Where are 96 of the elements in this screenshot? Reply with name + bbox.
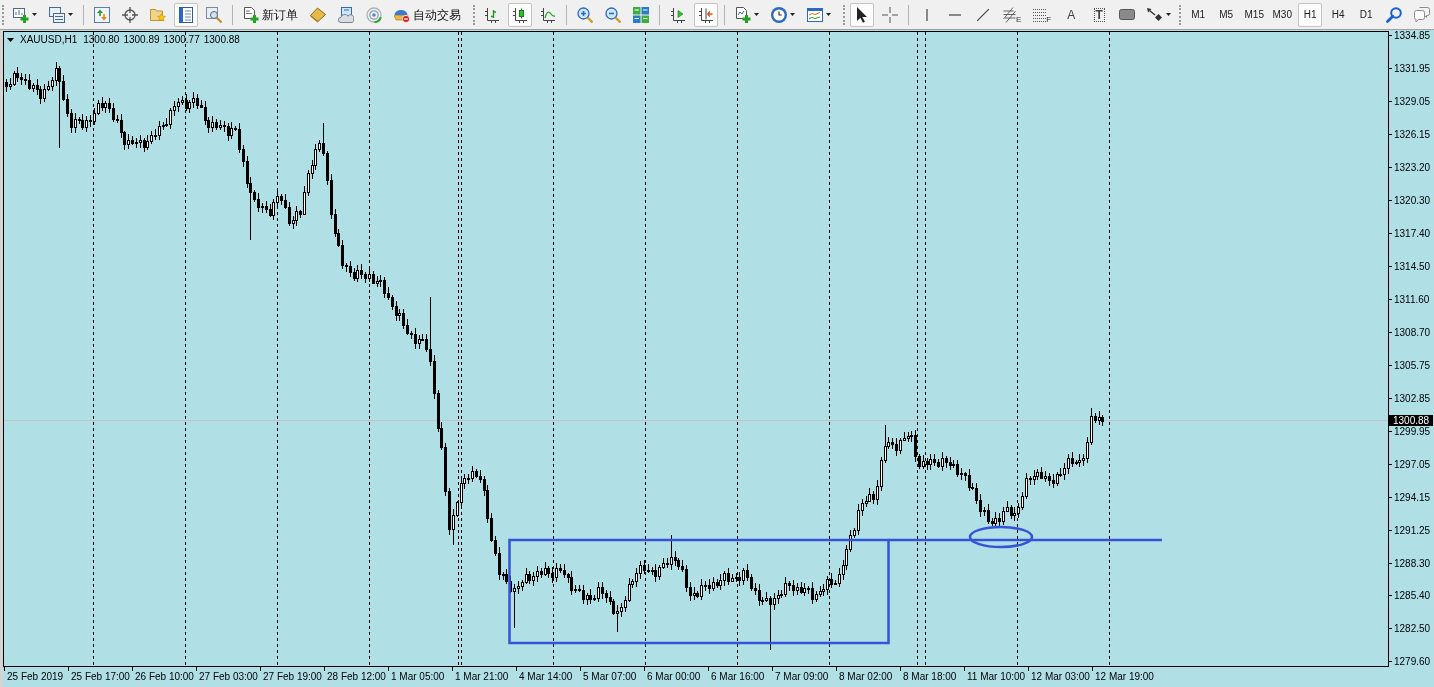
window-magnifier-icon [206,6,222,23]
price-tick-label: 1288.30 [1394,558,1431,569]
clock-icon [771,6,787,23]
folder-star-icon [150,6,166,23]
price-tick-label: 1314.50 [1394,261,1431,272]
price-value: 1300.88 [203,34,240,46]
time-tick-label: 4 Mar 14:00 [519,670,573,682]
time-tick-label: 6 Mar 00:00 [647,670,701,682]
price-tick-label: 1323.20 [1394,162,1431,173]
period-button[interactable]: M30 [1270,2,1295,27]
axes-triangle-icon [670,6,686,23]
time-tick-label: 8 Mar 02:00 [839,670,893,682]
time-tick-label: 7 Mar 09:00 [775,670,829,682]
panel-icon [178,6,194,23]
time-tick-label: 12 Mar 03:00 [1031,670,1090,682]
axes-arrow-icon [698,6,714,23]
dotted-lines-icon [1033,6,1047,23]
windows-icon [49,6,65,23]
ellipse-marker [968,525,1034,549]
price-tick-label: 1302.85 [1394,393,1431,404]
cursor-button[interactable] [850,2,874,27]
search-icon [1386,6,1403,23]
line-chart-icon [540,6,556,23]
price-value: 1300.80 [83,34,120,46]
time-tick-label: 26 Feb 10:00 [135,670,194,682]
time-tick-label: 1 Mar 05:00 [391,670,445,682]
tiles-icon [633,6,649,23]
zoom-in-icon [577,6,593,23]
page-plus-icon [735,6,751,23]
fibonacci-button[interactable]: F [1029,2,1056,27]
price-tick-label: 1299.95 [1394,426,1431,437]
arrows-tile-icon [94,6,110,23]
horizontal-line-icon [949,13,961,16]
time-tick-label: 27 Feb 19:00 [263,670,322,682]
period-button[interactable]: H1 [1298,2,1323,27]
cursor-icon [854,6,870,23]
price-value: 1300.89 [123,34,160,46]
period-button[interactable]: H4 [1326,2,1351,27]
price-tick-label: 1331.95 [1394,63,1431,74]
vertical-line-icon [926,8,928,21]
price-tick-label: 1294.15 [1394,492,1431,503]
period-button[interactable]: M15 [1242,2,1267,27]
price-tick-label: 1320.30 [1394,195,1431,206]
time-tick-label: 8 Mar 18:00 [903,670,957,682]
current-price-label: 1300.88 [1389,415,1433,426]
crosshair-icon [882,6,898,23]
time-tick-label: 6 Mar 16:00 [711,670,765,682]
text-tool-button[interactable]: A [1059,2,1084,27]
time-tick-label: 25 Feb 17:00 [71,670,130,682]
hatched-lines-icon [1003,6,1016,23]
caret-icon[interactable] [7,38,14,42]
speech-bubbles-icon [1414,6,1431,23]
price-tick-label: 1305.75 [1394,360,1431,371]
auto-trading-button[interactable]: 自动交易 [390,2,465,27]
price-tick-label: 1279.60 [1394,656,1431,667]
auto-scroll-button[interactable] [694,2,718,27]
time-tick-label: 11 Mar 10:00 [967,670,1026,682]
price-tick-label: 1308.70 [1394,327,1431,338]
signal-rings-icon [366,6,382,23]
price-tick-label: 1297.05 [1394,459,1431,470]
target-icon [122,6,138,23]
price-tick-label: 1291.25 [1394,525,1431,536]
monitor-cloud-icon [338,6,354,23]
chart-window-icon [807,6,823,23]
ingot-icon [310,6,326,23]
rectangle-icon [1119,9,1136,20]
price-value: 1300.77 [163,34,200,46]
time-tick-label: 27 Feb 03:00 [199,670,258,682]
candlestick-icon [512,6,528,23]
data-window-button[interactable] [174,2,198,27]
period-button[interactable]: M1 [1186,2,1211,27]
price-tick-label: 1334.85 [1394,30,1431,41]
time-tick-label: 1 Mar 21:00 [455,670,509,682]
price-tick-label: 1326.15 [1394,129,1431,140]
channel-button[interactable]: E [999,2,1026,27]
document-plus-icon [243,6,259,23]
price-tick-label: 1329.05 [1394,96,1431,107]
price-tick-label: 1285.40 [1394,590,1431,601]
price-tick-label: 1317.40 [1394,228,1431,239]
time-tick-label: 25 Feb 2019 [7,670,64,682]
time-tick-label: 28 Feb 12:00 [327,670,386,682]
chart-plus-icon [13,6,29,23]
price-tick-label: 1282.50 [1394,623,1431,634]
period-button[interactable]: M5 [1214,2,1239,27]
bar-chart-icon [484,6,500,23]
text-label-button[interactable]: T [1087,2,1112,27]
price-tick-label: 1311.60 [1394,294,1430,305]
new-order-button[interactable]: 新订单 [239,2,302,27]
symbol-label: XAUUSD,H1 [20,34,78,46]
zoom-out-icon [605,6,621,23]
candlestick-button[interactable] [508,2,532,27]
time-tick-label: 5 Mar 07:00 [583,670,637,682]
time-tick-label: 12 Mar 19:00 [1095,670,1154,682]
diagonal-line-icon [977,8,989,21]
arrows-icon [1147,7,1164,22]
period-button[interactable]: D1 [1354,2,1379,27]
